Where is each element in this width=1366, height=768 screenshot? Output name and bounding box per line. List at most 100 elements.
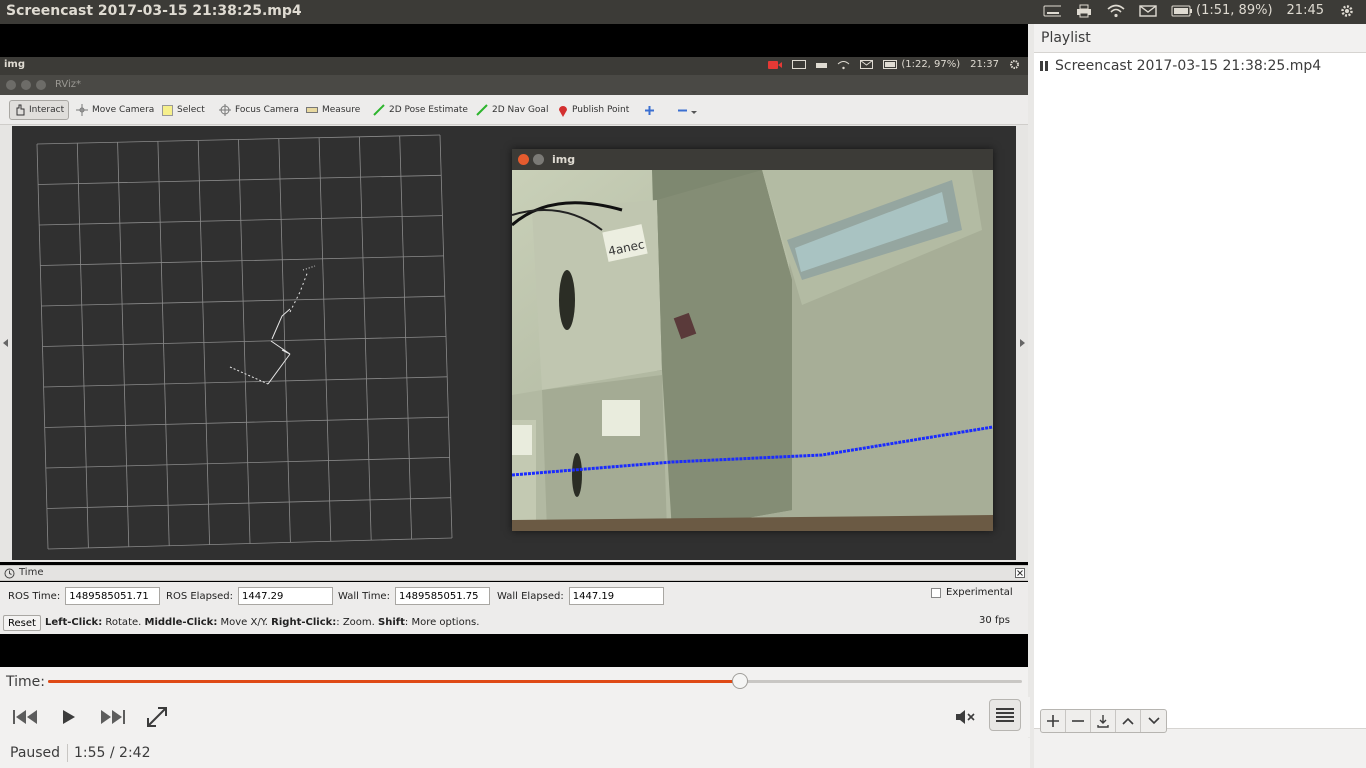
next-button[interactable] [98,703,128,731]
keyboard-icon[interactable] [1043,4,1062,18]
hand-icon [16,104,25,116]
system-tray: (1:51, 89%) 21:45 [1043,3,1356,18]
tool-measure[interactable]: Measure [302,100,364,120]
skip-forward-icon [101,710,125,724]
remove-tool-button[interactable] [673,100,701,120]
fullscreen-button[interactable] [142,703,172,731]
tool-label: 2D Pose Estimate [389,105,468,115]
add-tool-button[interactable] [640,100,659,120]
time-panel-header: Time [0,565,1028,581]
minimize-button[interactable] [533,154,544,165]
middle-click-key: Middle-Click: [144,617,218,628]
minimize-button[interactable] [21,80,31,90]
experimental-label: Experimental [946,587,1013,598]
move-up-button[interactable] [1116,710,1141,732]
mute-button[interactable] [950,703,980,731]
plus-icon [1047,715,1059,727]
seek-handle[interactable] [731,673,748,689]
playlist-toggle-button[interactable] [989,699,1021,731]
recorded-battery: (1:22, 97%) [883,59,960,70]
play-icon [63,710,75,724]
maximize-button[interactable] [36,80,46,90]
ros-elapsed-label: ROS Elapsed: [166,590,233,602]
wifi-icon[interactable] [1107,4,1125,18]
close-panel-icon[interactable] [1015,568,1025,578]
wall-time-field-group: Wall Time: [338,587,490,605]
goal-arrow-icon [476,104,488,116]
close-button[interactable] [6,80,16,90]
wall-time-label: Wall Time: [338,590,390,602]
tool-2d-pose-estimate[interactable]: 2D Pose Estimate [369,100,472,120]
volume-muted-icon [956,710,975,724]
img-window[interactable]: img 4anec [512,149,993,531]
camera-image: 4anec [512,170,993,531]
clock[interactable]: 21:45 [1287,3,1324,18]
wall-elapsed-field-group: Wall Elapsed: [497,587,664,605]
ros-time-field[interactable] [65,587,161,605]
wall-elapsed-field[interactable] [568,587,664,605]
tool-focus-camera[interactable]: Focus Camera [215,100,303,120]
experimental-checkbox-group: Experimental [931,587,1013,598]
collapse-right-icon[interactable] [1020,339,1026,347]
remove-item-button[interactable] [1066,710,1091,732]
wifi-icon [837,60,850,69]
pause-icon [1040,61,1048,71]
playlist-list: Screencast 2017-03-15 21:38:25.mp4 [1034,52,1366,729]
tool-move-camera[interactable]: Move Camera [72,100,158,120]
img-window-title: img [552,153,576,166]
mail-icon[interactable] [1139,4,1157,18]
play-button[interactable] [54,703,84,731]
player-status-bar: Paused 1:55 / 2:42 [0,738,1030,768]
tool-label: Measure [322,105,361,115]
recorded-clock: 21:37 [970,59,999,70]
settings-gear-icon[interactable] [1338,4,1356,18]
add-item-button[interactable] [1041,710,1066,732]
system-top-bar: Screencast 2017-03-15 21:38:25.mp4 (1:51… [0,0,1366,24]
wall-elapsed-label: Wall Elapsed: [497,590,564,602]
tool-interact[interactable]: Interact [9,100,70,120]
download-icon [1097,714,1109,728]
save-playlist-button[interactable] [1091,710,1116,732]
rviz-status-line: Reset Left-Click: Rotate. Middle-Click: … [0,612,1028,634]
focus-icon [219,104,231,116]
ros-time-label: ROS Time: [8,590,61,602]
experimental-checkbox[interactable] [931,587,941,598]
ros-time-field-group: ROS Time: [8,587,161,605]
help-text: Left-Click: Rotate. Middle-Click: Move X… [45,617,479,628]
minus-dropdown-icon [678,109,697,114]
playlist-item[interactable]: Screencast 2017-03-15 21:38:25.mp4 [1040,58,1321,74]
close-button[interactable] [518,154,529,165]
left-click-text: Rotate. [102,617,145,628]
right-click-key: Right-Click: [271,617,337,628]
reset-button[interactable]: Reset [3,615,41,631]
battery-icon [1171,5,1193,16]
battery-icon [883,60,898,69]
ros-elapsed-field-group: ROS Elapsed: [166,587,333,605]
window-title: Screencast 2017-03-15 21:38:25.mp4 [6,3,302,19]
tool-select[interactable]: Select [158,100,209,120]
mail-icon [860,60,874,69]
middle-click-text: Move X/Y. [217,617,272,628]
tool-label: 2D Nav Goal [492,105,549,115]
pose-arrow-icon [373,104,385,116]
wall-time-field[interactable] [394,587,490,605]
tool-2d-nav-goal[interactable]: 2D Nav Goal [472,100,552,120]
previous-button[interactable] [10,703,40,731]
tool-publish-point[interactable]: Publish Point [554,100,633,120]
move-down-button[interactable] [1141,710,1166,732]
time-panel-title: Time [19,567,44,578]
printer-icon[interactable] [1075,4,1093,18]
tool-label: Focus Camera [235,105,299,115]
minus-icon [1072,720,1084,722]
rviz-toolbar: Interact Move Camera Select Focus Camera… [0,95,1028,125]
map-pin-icon [559,105,567,117]
collapse-left-icon[interactable] [3,339,9,347]
record-icon [768,60,783,69]
recorded-window-title: img [4,59,26,70]
ros-elapsed-field[interactable] [238,587,333,605]
battery-indicator[interactable]: (1:51, 89%) [1171,3,1273,18]
clock-icon [4,568,15,579]
recorded-tray: (1:22, 97%) 21:37 [768,59,1020,70]
time-label: Time: [6,674,45,690]
keyboard-icon [792,60,807,69]
